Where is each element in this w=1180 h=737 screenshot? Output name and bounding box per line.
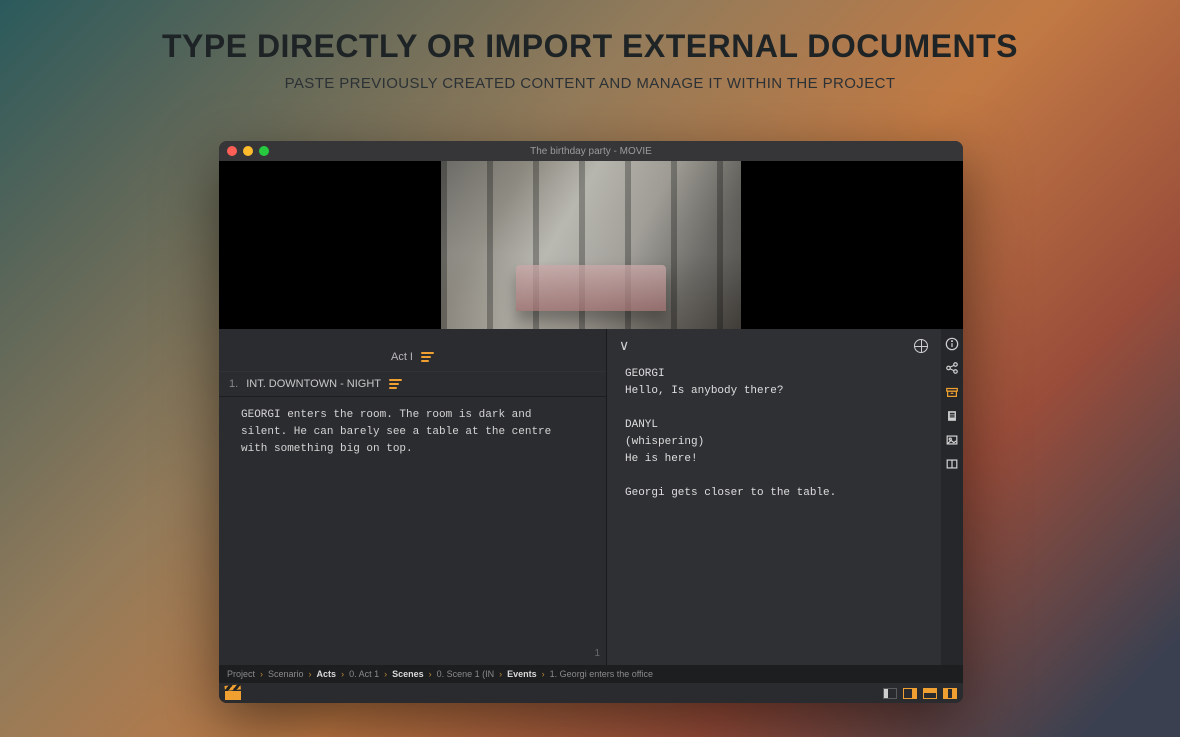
act-header[interactable]: Act I bbox=[219, 329, 606, 371]
layout-left-button[interactable] bbox=[883, 688, 897, 699]
clapperboard-icon[interactable] bbox=[225, 686, 241, 700]
bottom-toolbar bbox=[219, 683, 963, 703]
breadcrumb-item[interactable]: 0. Act 1 bbox=[349, 669, 379, 679]
layout-top-button[interactable] bbox=[923, 688, 937, 699]
scene-description-editor[interactable]: GEORGI enters the room. The room is dark… bbox=[219, 397, 606, 468]
document-icon[interactable] bbox=[945, 409, 959, 423]
scene-preview-image[interactable] bbox=[441, 161, 741, 329]
scene-heading-row[interactable]: 1. INT. DOWNTOWN - NIGHT bbox=[219, 371, 606, 397]
image-icon[interactable] bbox=[945, 433, 959, 447]
marketing-headline: TYPE DIRECTLY OR IMPORT EXTERNAL DOCUMEN… bbox=[0, 0, 1180, 65]
chevron-down-icon[interactable]: ∨ bbox=[619, 337, 629, 354]
breadcrumb[interactable]: Project›Scenario›Acts›0. Act 1›Scenes›0.… bbox=[219, 665, 963, 683]
script-editor[interactable]: GEORGI Hello, Is anybody there? DANYL (w… bbox=[607, 358, 963, 502]
window-title: The birthday party - MOVIE bbox=[219, 146, 963, 157]
list-icon bbox=[421, 352, 434, 362]
layout-right-button[interactable] bbox=[903, 688, 917, 699]
archive-icon[interactable] bbox=[945, 385, 959, 399]
script-pane: ∨ T GEORGI Hello, Is anybody there? DANY… bbox=[607, 329, 963, 665]
breadcrumb-item[interactable]: Events bbox=[507, 669, 537, 679]
breadcrumb-item[interactable]: Acts bbox=[317, 669, 337, 679]
globe-icon[interactable] bbox=[914, 339, 928, 353]
breadcrumb-item[interactable]: 0. Scene 1 (IN bbox=[437, 669, 495, 679]
right-side-rail bbox=[941, 329, 963, 665]
breadcrumb-item[interactable]: Scenario bbox=[268, 669, 304, 679]
split-view-icon[interactable] bbox=[945, 457, 959, 471]
preview-strip bbox=[219, 161, 963, 329]
scene-heading: INT. DOWNTOWN - NIGHT bbox=[246, 378, 381, 390]
titlebar: The birthday party - MOVIE bbox=[219, 141, 963, 161]
marketing-subheadline: PASTE PREVIOUSLY CREATED CONTENT AND MAN… bbox=[0, 75, 1180, 92]
app-window: The birthday party - MOVIE Act I 1. INT.… bbox=[219, 141, 963, 703]
info-icon[interactable] bbox=[945, 337, 959, 351]
share-icon[interactable] bbox=[945, 361, 959, 375]
layout-both-button[interactable] bbox=[943, 688, 957, 699]
page-number: 1 bbox=[594, 648, 600, 659]
breadcrumb-item[interactable]: Project bbox=[227, 669, 255, 679]
breadcrumb-item[interactable]: 1. Georgi enters the office bbox=[550, 669, 653, 679]
act-label: Act I bbox=[391, 351, 413, 363]
scene-outline-pane: Act I 1. INT. DOWNTOWN - NIGHT GEORGI en… bbox=[219, 329, 607, 665]
list-icon bbox=[389, 379, 402, 389]
breadcrumb-item[interactable]: Scenes bbox=[392, 669, 424, 679]
scene-number: 1. bbox=[229, 378, 238, 390]
